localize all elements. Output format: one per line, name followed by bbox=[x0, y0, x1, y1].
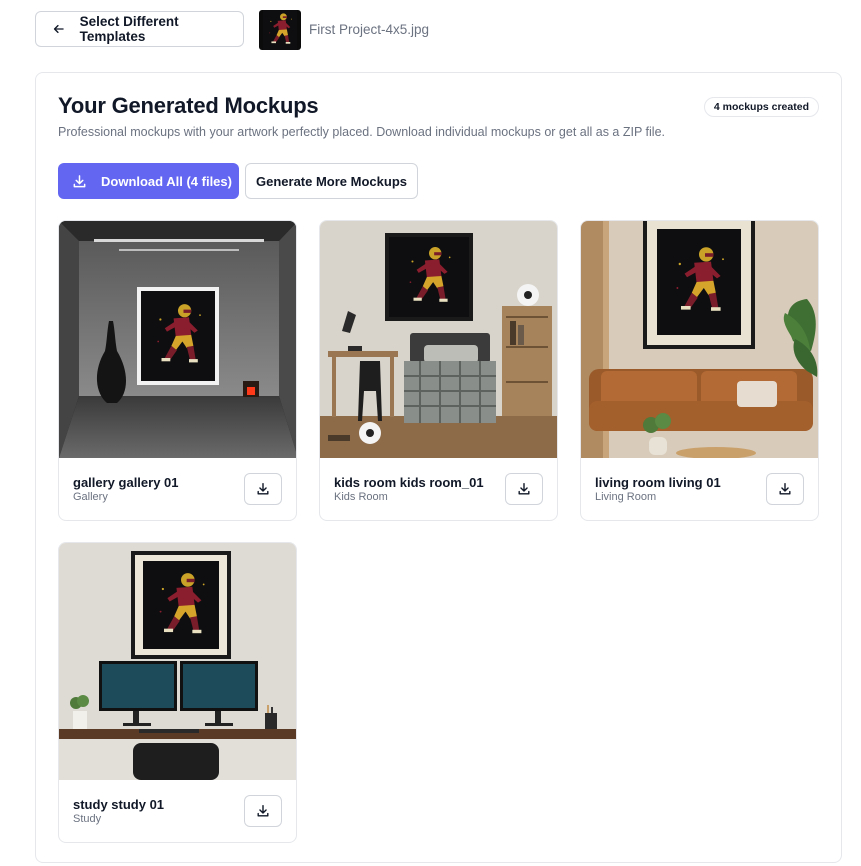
mockup-title: study study 01 bbox=[73, 797, 165, 812]
download-icon bbox=[256, 804, 270, 818]
generate-more-mockups-button[interactable]: Generate More Mockups bbox=[245, 163, 418, 199]
download-icon bbox=[778, 482, 792, 496]
mockup-title: living room living 01 bbox=[595, 475, 721, 490]
select-different-templates-button[interactable]: Select Different Templates bbox=[35, 11, 244, 47]
download-icon bbox=[256, 482, 270, 496]
mockup-preview-image[interactable] bbox=[59, 543, 296, 780]
mockups-panel: Your Generated Mockups Professional mock… bbox=[35, 72, 842, 863]
mockup-preview-image[interactable] bbox=[581, 221, 818, 458]
download-icon bbox=[72, 174, 87, 189]
download-mockup-button[interactable] bbox=[505, 473, 543, 505]
page-title: Your Generated Mockups bbox=[58, 93, 319, 118]
mockup-category: Study bbox=[73, 813, 102, 825]
mockup-count-badge: 4 mockups created bbox=[703, 97, 819, 117]
artwork-thumbnail bbox=[259, 10, 301, 50]
arrow-left-icon bbox=[53, 24, 64, 34]
mockup-preview-image[interactable] bbox=[59, 221, 296, 458]
mockup-category: Living Room bbox=[595, 491, 657, 503]
mockup-title: kids room kids room_01 bbox=[334, 475, 484, 490]
mockup-category: Gallery bbox=[73, 491, 108, 503]
mockup-card: kids room kids room_01 Kids Room bbox=[319, 220, 558, 521]
file-name: First Project-4x5.jpg bbox=[309, 22, 430, 37]
page-subtitle: Professional mockups with your artwork p… bbox=[58, 125, 665, 139]
back-button-label: Select Different Templates bbox=[79, 14, 179, 44]
download-icon bbox=[517, 482, 531, 496]
download-mockup-button[interactable] bbox=[244, 473, 282, 505]
mockup-category: Kids Room bbox=[334, 491, 388, 503]
download-all-label: Download All (4 files) bbox=[101, 173, 232, 189]
mockup-title: gallery gallery 01 bbox=[73, 475, 179, 490]
top-bar: Select Different Templates First Project… bbox=[35, 10, 429, 50]
download-mockup-button[interactable] bbox=[244, 795, 282, 827]
mockup-card: study study 01 Study bbox=[58, 542, 297, 843]
download-all-button[interactable]: Download All (4 files) bbox=[58, 163, 239, 199]
mockup-preview-image[interactable] bbox=[320, 221, 557, 458]
mockup-card: gallery gallery 01 Gallery bbox=[58, 220, 297, 521]
download-mockup-button[interactable] bbox=[766, 473, 804, 505]
mockup-card: living room living 01 Living Room bbox=[580, 220, 819, 521]
